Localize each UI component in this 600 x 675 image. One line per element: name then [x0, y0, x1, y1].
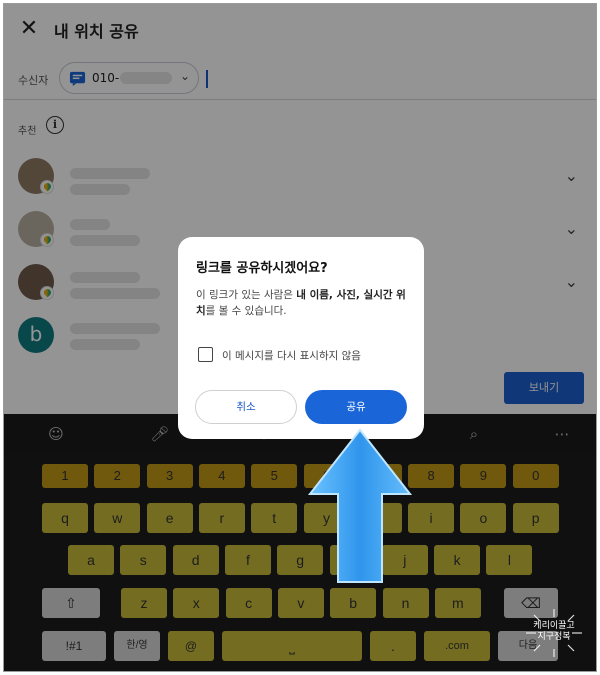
dont-show-again-label[interactable]: 이 메시지를 다시 표시하지 않음	[222, 348, 361, 363]
dont-show-again-checkbox[interactable]	[198, 347, 213, 362]
share-link-dialog: 링크를 공유하시겠어요? 이 링크가 있는 사람은 내 이름, 사진, 실시간 …	[178, 237, 424, 439]
dialog-body-prefix: 이 링크가 있는 사람은	[196, 289, 297, 301]
dialog-body-suffix: 를 볼 수 있습니다.	[205, 305, 287, 317]
cancel-button[interactable]: 취소	[195, 390, 297, 424]
phone-frame: ✕ 내 위치 공유 수신자 010- ⌄ 추천 i ⌄ ⌄ ⌄ b 보내기 ☺ …	[3, 3, 597, 672]
arrow-up-icon	[307, 428, 413, 583]
dialog-title: 링크를 공유하시겠어요?	[196, 261, 328, 276]
watermark-line-2: 지구정복	[537, 632, 571, 642]
share-button[interactable]: 공유	[305, 390, 407, 424]
watermark-text: 케리이끌고 지구정복	[522, 621, 586, 643]
watermark: 케리이끌고 지구정복	[522, 609, 586, 657]
dialog-body: 이 링크가 있는 사람은 내 이름, 사진, 실시간 위치를 볼 수 있습니다.	[196, 287, 411, 319]
watermark-line-1: 케리이끌고	[533, 621, 575, 631]
